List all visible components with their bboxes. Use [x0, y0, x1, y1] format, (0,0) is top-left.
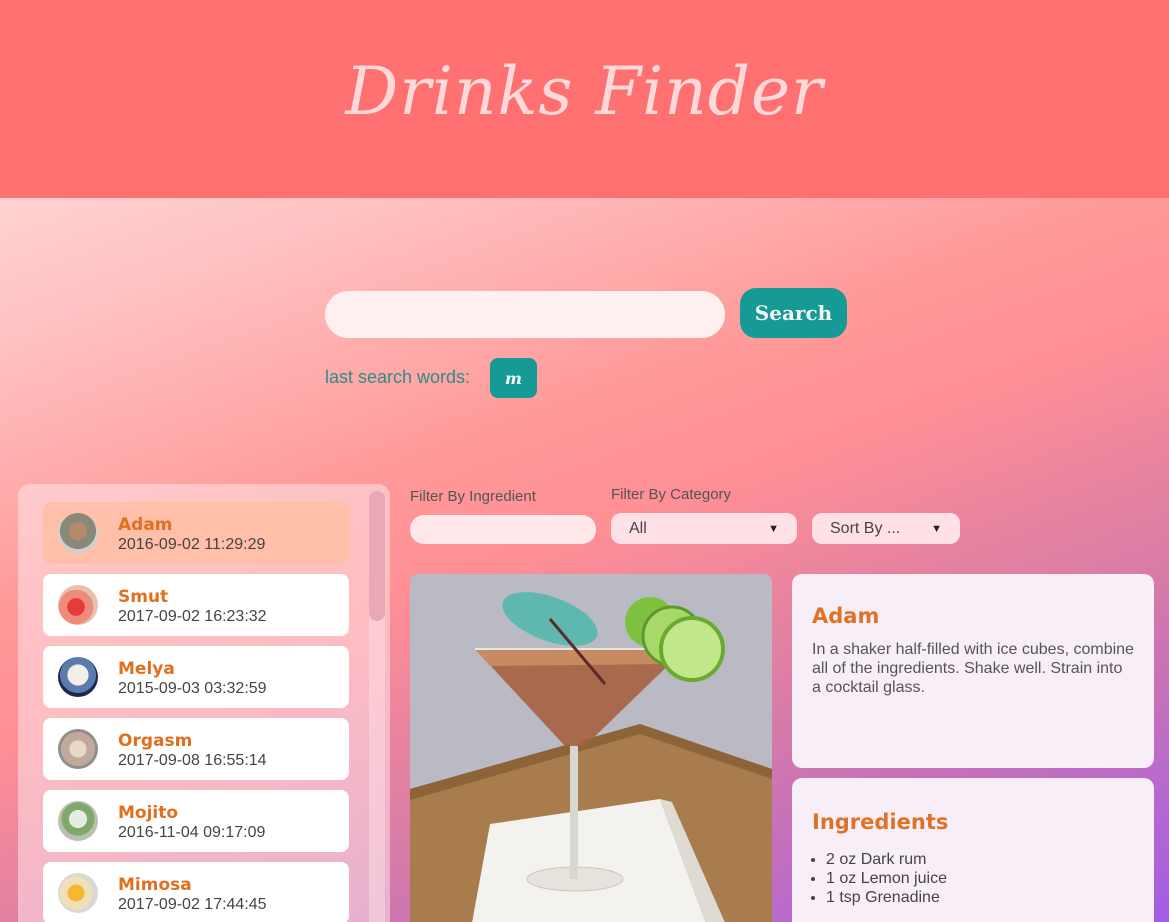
drink-name: Adam [118, 515, 173, 535]
drink-thumbnail [58, 513, 98, 553]
ingredient-item: 1 oz Lemon juice [826, 869, 1134, 888]
drink-list-item[interactable]: Mojito 2016-11-04 09:17:09 [43, 790, 349, 852]
drink-list-item[interactable]: Orgasm 2017-09-08 16:55:14 [43, 718, 349, 780]
drink-name: Mojito [118, 803, 179, 823]
drink-list-item[interactable]: Adam 2016-09-02 11:29:29 [43, 502, 349, 564]
drink-thumbnail [58, 585, 98, 625]
app-header: Drinks Finder [0, 0, 1169, 198]
drink-thumbnail [58, 729, 98, 769]
category-select[interactable]: All ▼ [611, 513, 797, 544]
drink-date: 2017-09-08 16:55:14 [118, 752, 267, 769]
ingredients-title: Ingredients [812, 810, 949, 834]
ingredients-card: Ingredients 2 oz Dark rum 1 oz Lemon jui… [792, 778, 1154, 922]
drink-date: 2016-11-04 09:17:09 [118, 824, 266, 841]
category-filter-label: Filter By Category [611, 486, 732, 503]
drink-name: Orgasm [118, 731, 193, 751]
sort-select-value: Sort By ... [830, 519, 901, 537]
drink-detail-card: Adam In a shaker half-filled with ice cu… [792, 574, 1154, 768]
chevron-down-icon: ▼ [768, 522, 779, 535]
sort-select[interactable]: Sort By ... ▼ [812, 513, 960, 544]
drink-thumbnail [58, 801, 98, 841]
search-button[interactable]: Search [740, 288, 847, 338]
detail-instructions: In a shaker half-filled with ice cubes, … [812, 641, 1134, 696]
drink-thumbnail [58, 873, 98, 913]
drink-list-item[interactable]: Smut 2017-09-02 16:23:32 [43, 574, 349, 636]
detail-drink-name: Adam [812, 604, 880, 628]
drink-name: Smut [118, 587, 169, 607]
drink-list-item[interactable]: Mimosa 2017-09-02 17:44:45 [43, 862, 349, 922]
drink-list-item[interactable]: Melya 2015-09-03 03:32:59 [43, 646, 349, 708]
drink-thumbnail [58, 657, 98, 697]
drink-date: 2016-09-02 11:29:29 [118, 536, 266, 553]
drink-list-scroll-thumb[interactable] [369, 491, 385, 621]
ingredients-list: 2 oz Dark rum 1 oz Lemon juice 1 tsp Gre… [792, 850, 1134, 907]
search-input[interactable] [325, 291, 725, 338]
cocktail-image [410, 574, 772, 922]
drink-name: Mimosa [118, 875, 192, 895]
drink-date: 2017-09-02 16:23:32 [118, 608, 267, 625]
drink-photo [410, 574, 772, 922]
ingredient-filter-label: Filter By Ingredient [410, 488, 536, 505]
ingredient-item: 1 tsp Grenadine [826, 888, 1134, 907]
last-search-chip[interactable]: m [490, 358, 537, 398]
last-search-label: last search words: [325, 367, 471, 387]
drink-date: 2015-09-03 03:32:59 [118, 680, 267, 697]
ingredient-filter-input[interactable] [410, 515, 596, 544]
drink-name: Melya [118, 659, 175, 679]
chevron-down-icon: ▼ [931, 522, 942, 535]
category-select-value: All [629, 519, 647, 537]
ingredient-item: 2 oz Dark rum [826, 850, 1134, 869]
drink-date: 2017-09-02 17:44:45 [118, 896, 267, 913]
app-title: Drinks Finder [345, 52, 824, 130]
